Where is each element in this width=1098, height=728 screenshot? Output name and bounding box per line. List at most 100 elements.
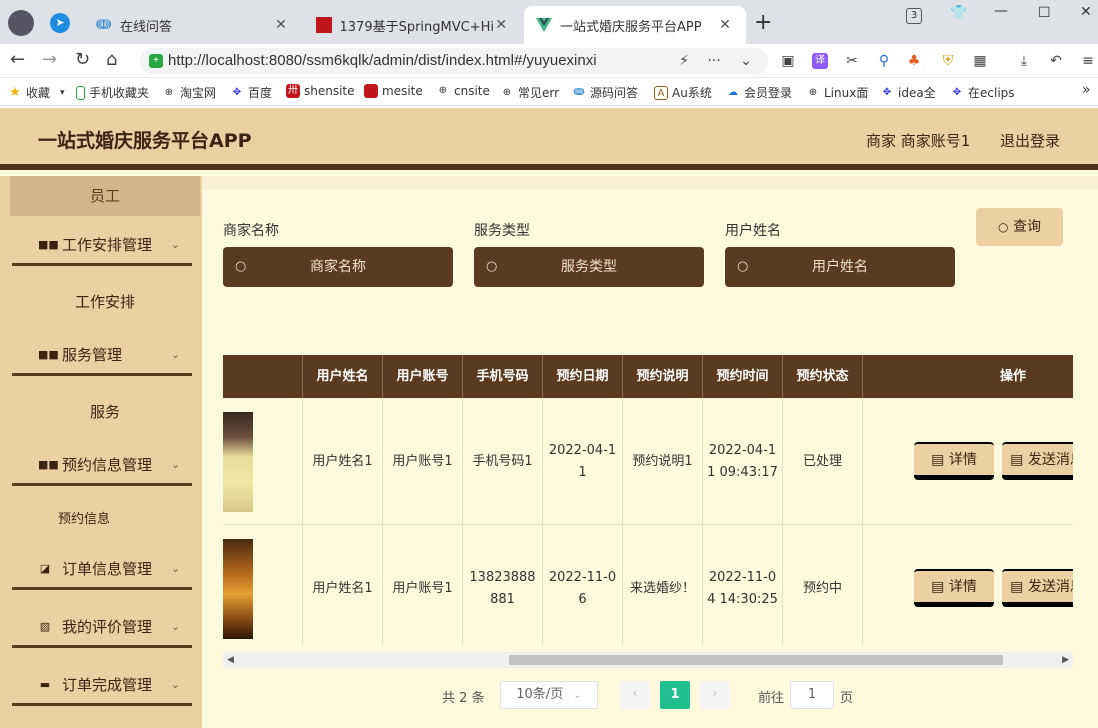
header-image <box>223 355 303 398</box>
bookmark-eclipse[interactable]: ✥ 在eclips <box>950 84 1015 101</box>
tab-springmvc[interactable]: 1379基于SpringMVC+Hiber ✕ <box>304 6 522 44</box>
bookmark-favorites[interactable]: ★ 收藏 ▾ <box>8 84 64 101</box>
translate-icon[interactable]: 译 <box>812 53 828 69</box>
search-icon: ○ <box>737 259 749 274</box>
next-page-button[interactable]: › <box>700 681 730 709</box>
grid-icon: ■■ <box>38 458 59 471</box>
forward-icon[interactable]: → <box>42 49 57 70</box>
scissors-icon[interactable]: ✂ <box>844 53 860 69</box>
vue-favicon-icon <box>536 17 552 33</box>
cell-status: 已处理 <box>783 398 863 525</box>
close-icon[interactable]: ✕ <box>272 17 290 33</box>
bookmark-idea[interactable]: ✥ idea全 <box>880 84 936 101</box>
chevron-down-icon: ⌄ <box>170 348 180 361</box>
minimize-icon[interactable]: — <box>994 3 1008 19</box>
send-message-button[interactable]: ▤ 发送消息 <box>1002 442 1073 480</box>
chevron-down-icon[interactable]: ⌄ <box>738 53 754 69</box>
filter-shop-label: 商家名称 <box>223 223 279 239</box>
bookmark-au[interactable]: A Au系统 <box>654 84 712 101</box>
game-icon[interactable]: ♣ <box>906 53 922 69</box>
url-field[interactable]: + http://localhost:8080/ssm6kqlk/admin/d… <box>140 48 768 74</box>
bookmark-taobao[interactable]: ⊕ 淘宝网 <box>162 84 216 101</box>
profile-avatar[interactable] <box>8 10 34 36</box>
search-ext-icon[interactable]: ⚲ <box>876 53 892 69</box>
logout-link[interactable]: 退出登录 <box>1000 130 1060 151</box>
download-icon[interactable]: ⤓ <box>1016 53 1032 69</box>
menu-order-complete[interactable]: ▬ 订单完成管理 ⌄ <box>12 666 192 706</box>
close-window-icon[interactable]: ✕ <box>1080 4 1092 20</box>
horizontal-scrollbar[interactable]: ◀ ▶ <box>223 652 1073 668</box>
detail-button[interactable]: ▤ 详情 <box>914 569 994 607</box>
cell-phone: 13823888881 <box>463 525 543 645</box>
apps-icon[interactable]: ▦ <box>972 53 988 69</box>
reload-icon[interactable]: ↻ <box>75 49 90 70</box>
close-icon[interactable]: ✕ <box>716 17 734 33</box>
current-page[interactable]: 1 <box>660 681 690 709</box>
menu-icon[interactable]: ≡ <box>1080 53 1096 69</box>
table-row: 用户姓名1 用户账号1 手机号码1 2022-04-11 预约说明1 2022-… <box>223 398 1073 525</box>
submenu-reservation[interactable]: 预约信息 <box>10 502 200 538</box>
home-icon[interactable]: ⌂ <box>106 49 117 70</box>
tab-count-badge[interactable]: 3 <box>906 8 922 24</box>
bookmark-cnsite[interactable]: ⊕ cnsite <box>436 84 490 98</box>
submenu-service[interactable]: 服务 <box>10 394 200 430</box>
submenu-work-schedule[interactable]: 工作安排 <box>10 284 200 320</box>
clipboard-icon: ▨ <box>39 620 51 633</box>
new-tab-button[interactable]: + <box>754 10 772 35</box>
chevron-down-icon: ⌄ <box>170 562 180 575</box>
query-button[interactable]: ○ 查询 <box>976 208 1063 246</box>
more-icon[interactable]: ··· <box>706 53 722 69</box>
address-bar-row: ← → ↻ ⌂ + http://localhost:8080/ssm6kqlk… <box>0 44 1098 78</box>
service-type-input[interactable]: ○ 服务类型 <box>474 247 704 287</box>
close-icon[interactable]: ✕ <box>493 17 510 33</box>
scroll-left-icon[interactable]: ◀ <box>227 652 234 668</box>
tab-wedding-app[interactable]: 一站式婚庆服务平台APP ✕ <box>524 6 746 44</box>
scroll-thumb[interactable] <box>509 655 1003 665</box>
bookmark-shensite[interactable]: 卅 shensite <box>286 84 355 98</box>
search-icon: ○ <box>235 259 247 274</box>
bookmark-mobile[interactable]: 手机收藏夹 <box>76 84 149 101</box>
menu-reservation[interactable]: ■■ 预约信息管理 ⌄ <box>12 446 192 486</box>
shop-name-input[interactable]: ○ 商家名称 <box>223 247 453 287</box>
cell-time: 2022-11-04 14:30:25 <box>703 525 783 645</box>
menu-reviews[interactable]: ▨ 我的评价管理 ⌄ <box>12 608 192 648</box>
menu-work-schedule[interactable]: ■■ 工作安排管理 ⌄ <box>12 226 192 266</box>
tab-online-qa[interactable]: ↈ 在线问答 ✕ <box>84 6 302 44</box>
browser-tabbar: ➤ ↈ 在线问答 ✕ 1379基于SpringMVC+Hiber ✕ 一站式婚庆… <box>0 0 1098 44</box>
bookmarks-more[interactable]: » <box>1082 82 1091 98</box>
maximize-icon[interactable]: ☐ <box>1038 5 1051 21</box>
menu-service[interactable]: ■■ 服务管理 ⌄ <box>12 336 192 376</box>
scroll-right-icon[interactable]: ▶ <box>1062 652 1069 668</box>
menu-orders[interactable]: ◪ 订单信息管理 ⌄ <box>12 550 192 590</box>
cell-date: 2022-04-11 <box>543 398 623 525</box>
user-name-input[interactable]: ○ 用户姓名 <box>725 247 955 287</box>
row-photo-cell <box>223 398 303 525</box>
sidebar-item-staff[interactable]: 员工 <box>10 176 200 216</box>
shirt-icon[interactable]: 👕 <box>950 5 967 21</box>
bookmark-mesite[interactable]: mesite <box>364 84 423 98</box>
bookmark-linux[interactable]: ⊕ Linux面 <box>806 84 869 101</box>
cell-desc: 来选婚纱！ <box>623 525 703 645</box>
chevron-down-icon: ⌄ <box>573 690 582 701</box>
prev-page-button[interactable]: ‹ <box>620 681 650 709</box>
page-size-select[interactable]: 10条/页 ⌄ <box>500 681 598 709</box>
bookmarks-bar: ★ 收藏 ▾ 手机收藏夹 ⊕ 淘宝网 ✥ 百度 卅 shensite mesite ⊕ cn… <box>0 78 1098 106</box>
lightning-icon[interactable]: ⚡ <box>676 53 692 69</box>
goto-page-input[interactable]: 1 <box>790 681 834 709</box>
undo-icon[interactable]: ↶ <box>1048 53 1064 69</box>
bookmark-baidu[interactable]: ✥ 百度 <box>230 84 272 101</box>
reader-icon[interactable]: ▣ <box>780 53 796 69</box>
bookmark-err[interactable]: ⊕ 常见err <box>500 84 559 101</box>
back-icon[interactable]: ← <box>10 49 25 70</box>
chart-icon: ◪ <box>39 562 51 575</box>
shield-icon[interactable]: ⛨ <box>940 53 956 69</box>
main-content: 商家名称 ○ 商家名称 服务类型 ○ 服务类型 用户姓名 ○ 用户姓名 ○ 查询… <box>202 176 1098 728</box>
header-phone: 手机号码 <box>463 355 543 398</box>
detail-button[interactable]: ▤ 详情 <box>914 442 994 480</box>
telegram-icon[interactable]: ➤ <box>50 13 70 33</box>
send-message-button[interactable]: ▤ 发送消息 <box>1002 569 1073 607</box>
bride-photo-image <box>223 411 253 512</box>
bookmark-member[interactable]: ☁ 会员登录 <box>726 84 792 101</box>
bookmark-source-qa[interactable]: ↈ 源码问答 <box>572 84 638 101</box>
header-actions: 操作 <box>999 369 1026 384</box>
